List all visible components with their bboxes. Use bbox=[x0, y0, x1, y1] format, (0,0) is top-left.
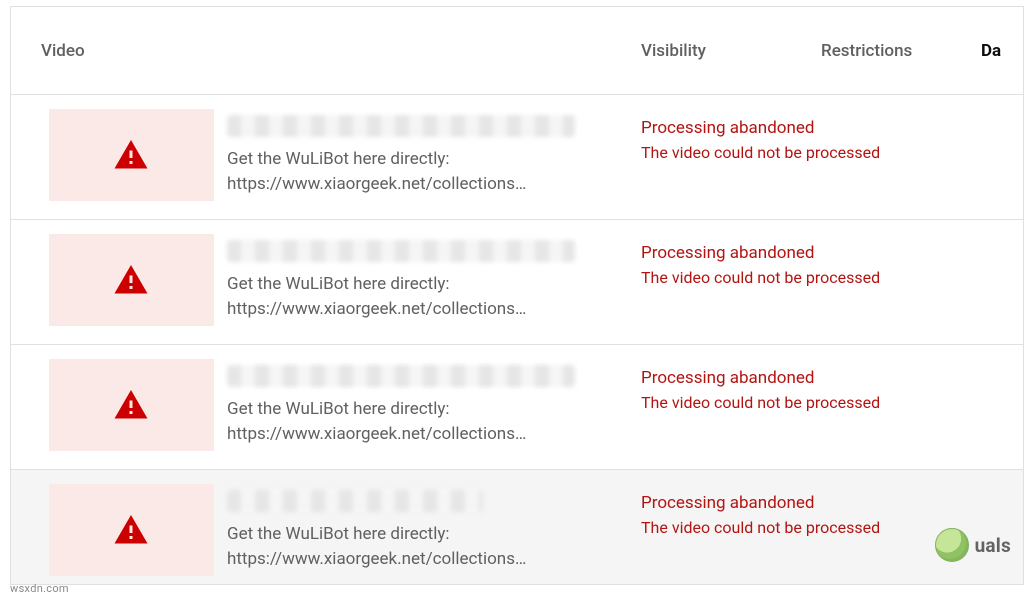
video-description-line2: https://www.xiaorgeek.net/collections… bbox=[227, 172, 593, 197]
error-thumbnail bbox=[49, 109, 214, 201]
video-meta: Get the WuLiBot here directly: https://w… bbox=[221, 109, 611, 196]
column-header-date[interactable]: Da bbox=[981, 41, 1023, 61]
table-row[interactable]: Get the WuLiBot here directly: https://w… bbox=[11, 345, 1023, 470]
error-thumbnail bbox=[49, 484, 214, 576]
video-description-line1: Get the WuLiBot here directly: bbox=[227, 522, 593, 547]
video-table: Video Visibility Restrictions Da Get the… bbox=[10, 6, 1024, 585]
status-title: Processing abandoned bbox=[641, 365, 971, 391]
status-title: Processing abandoned bbox=[641, 240, 971, 266]
table-row[interactable]: Get the WuLiBot here directly: https://w… bbox=[11, 220, 1023, 345]
status-subtitle: The video could not be processed bbox=[641, 516, 971, 541]
status-subtitle: The video could not be processed bbox=[641, 391, 971, 416]
thumbnail-cell bbox=[11, 359, 221, 451]
table-row[interactable]: Get the WuLiBot here directly: https://w… bbox=[11, 95, 1023, 220]
processing-status: Processing abandoned The video could not… bbox=[611, 484, 971, 541]
thumbnail-cell bbox=[11, 484, 221, 576]
video-description-line1: Get the WuLiBot here directly: bbox=[227, 147, 593, 172]
processing-status: Processing abandoned The video could not… bbox=[611, 359, 971, 416]
table-header-row: Video Visibility Restrictions Da bbox=[11, 7, 1023, 95]
processing-status: Processing abandoned The video could not… bbox=[611, 109, 971, 166]
table-body: Get the WuLiBot here directly: https://w… bbox=[11, 95, 1023, 585]
video-title-redacted bbox=[227, 115, 575, 137]
video-description-line1: Get the WuLiBot here directly: bbox=[227, 272, 593, 297]
warning-triangle-icon bbox=[113, 512, 149, 548]
video-description-line1: Get the WuLiBot here directly: bbox=[227, 397, 593, 422]
video-description-line2: https://www.xiaorgeek.net/collections… bbox=[227, 422, 593, 447]
status-subtitle: The video could not be processed bbox=[641, 141, 971, 166]
column-header-visibility[interactable]: Visibility bbox=[611, 41, 821, 61]
table-row[interactable]: Get the WuLiBot here directly: https://w… bbox=[11, 470, 1023, 585]
status-title: Processing abandoned bbox=[641, 115, 971, 141]
video-meta: Get the WuLiBot here directly: https://w… bbox=[221, 234, 611, 321]
video-title-redacted bbox=[227, 490, 483, 512]
video-description-line2: https://www.xiaorgeek.net/collections… bbox=[227, 297, 593, 322]
video-title-redacted bbox=[227, 240, 575, 262]
warning-triangle-icon bbox=[113, 137, 149, 173]
video-description-line2: https://www.xiaorgeek.net/collections… bbox=[227, 547, 593, 572]
thumbnail-cell bbox=[11, 234, 221, 326]
error-thumbnail bbox=[49, 359, 214, 451]
video-meta: Get the WuLiBot here directly: https://w… bbox=[221, 359, 611, 446]
column-header-video[interactable]: Video bbox=[11, 41, 611, 61]
source-attribution: wsxdn.com bbox=[10, 582, 69, 595]
processing-status: Processing abandoned The video could not… bbox=[611, 234, 971, 291]
status-title: Processing abandoned bbox=[641, 490, 971, 516]
status-subtitle: The video could not be processed bbox=[641, 266, 971, 291]
video-meta: Get the WuLiBot here directly: https://w… bbox=[221, 484, 611, 571]
video-title-redacted bbox=[227, 365, 575, 387]
warning-triangle-icon bbox=[113, 262, 149, 298]
column-header-restrictions[interactable]: Restrictions bbox=[821, 41, 981, 61]
warning-triangle-icon bbox=[113, 387, 149, 423]
thumbnail-cell bbox=[11, 109, 221, 201]
error-thumbnail bbox=[49, 234, 214, 326]
